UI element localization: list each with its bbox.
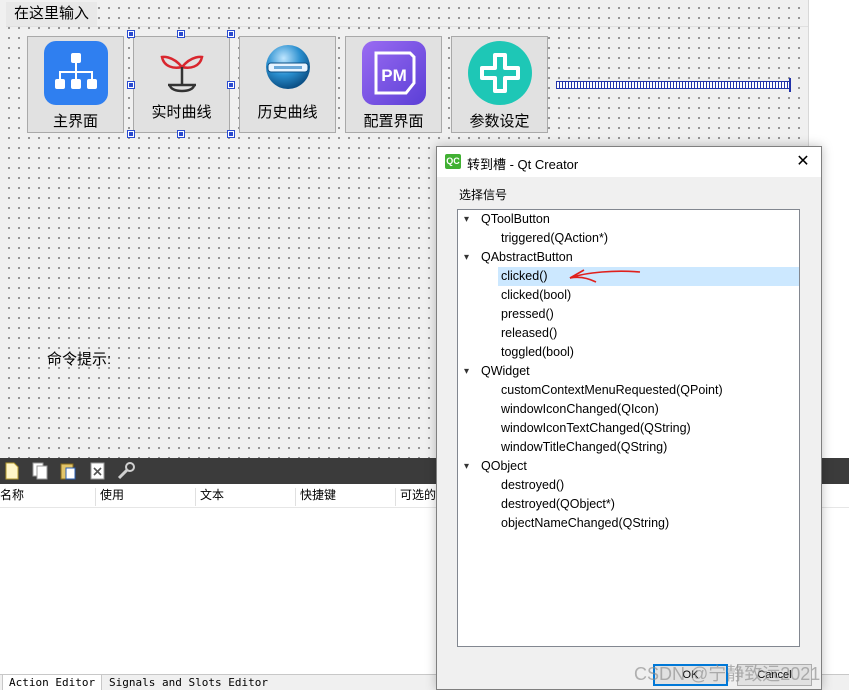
tree-item-label: windowIconChanged(QIcon)	[501, 402, 659, 416]
select-signal-label: 选择信号	[459, 188, 508, 202]
resize-handle[interactable]	[127, 130, 135, 138]
resize-handle[interactable]	[227, 130, 235, 138]
column-header-used[interactable]: 使用	[100, 484, 124, 508]
tree-item-signal[interactable]: windowTitleChanged(QString)	[458, 438, 799, 457]
tree-item-label: windowIconTextChanged(QString)	[501, 421, 691, 435]
tree-item-qtoolbutton[interactable]: ▾ QToolButton	[458, 210, 799, 229]
pm-icon: PM	[361, 41, 426, 105]
resize-handle[interactable]	[127, 30, 135, 38]
tree-item-label: released()	[501, 326, 558, 340]
column-divider	[395, 488, 396, 506]
tree-item-label: toggled(bool)	[501, 345, 574, 359]
slider-track	[556, 81, 790, 89]
new-action-icon[interactable]	[2, 461, 22, 481]
sprout-icon	[160, 55, 203, 93]
tree-item-label: QAbstractButton	[481, 250, 573, 264]
resize-handle[interactable]	[227, 81, 235, 89]
tree-item-signal[interactable]: windowIconTextChanged(QString)	[458, 419, 799, 438]
tree-item-signal[interactable]: objectNameChanged(QString)	[458, 514, 799, 533]
signal-tree[interactable]: ▾ QToolButton triggered(QAction*) ▾ QAbs…	[457, 209, 800, 647]
tool-button-label: 实时曲线	[151, 104, 212, 121]
tree-item-signal[interactable]: released()	[458, 324, 799, 343]
column-header-name[interactable]: 名称	[0, 484, 24, 508]
tree-item-signal[interactable]: pressed()	[458, 305, 799, 324]
paste-icon[interactable]	[58, 461, 78, 481]
qt-creator-icon: QC	[445, 154, 461, 169]
chevron-down-icon[interactable]: ▾	[464, 210, 469, 229]
tree-item-label: triggered(QAction*)	[501, 231, 608, 245]
tree-item-signal[interactable]: windowIconChanged(QIcon)	[458, 400, 799, 419]
column-header-checkable[interactable]: 可选的	[400, 484, 436, 508]
tool-button-label: 参数设定	[469, 113, 530, 130]
column-header-shortcut[interactable]: 快捷键	[300, 484, 336, 508]
tree-item-label: QWidget	[481, 364, 530, 378]
hdd-icon	[265, 45, 310, 89]
column-divider	[95, 488, 96, 506]
tree-item-label: objectNameChanged(QString)	[501, 516, 670, 530]
tab-action-editor[interactable]: Action Editor	[2, 675, 103, 690]
tree-item-label: pressed()	[501, 307, 554, 321]
tree-item-label: clicked(bool)	[501, 288, 572, 302]
column-divider	[295, 488, 296, 506]
column-header-text[interactable]: 文本	[200, 484, 224, 508]
tool-button-history[interactable]: 历史曲线	[239, 36, 336, 133]
tool-button-label: 历史曲线	[257, 104, 318, 121]
chevron-down-icon[interactable]: ▾	[464, 362, 469, 381]
tree-item-signal[interactable]: triggered(QAction*)	[458, 229, 799, 248]
tree-item-signal[interactable]: destroyed()	[458, 476, 799, 495]
resize-handle[interactable]	[127, 81, 135, 89]
tree-item-qobject[interactable]: ▾ QObject	[458, 457, 799, 476]
close-icon[interactable]: ✕	[793, 151, 813, 173]
menu-divider	[6, 26, 808, 27]
slider-handle[interactable]	[789, 78, 791, 92]
cross-badge-icon	[467, 41, 532, 105]
tool-button-realtime[interactable]: 实时曲线	[133, 36, 230, 133]
resize-handle[interactable]	[177, 130, 185, 138]
chevron-down-icon[interactable]: ▾	[464, 457, 469, 476]
tree-item-signal[interactable]: destroyed(QObject*)	[458, 495, 799, 514]
tool-button-main[interactable]: 主界面	[27, 36, 124, 133]
tree-item-qabstractbutton[interactable]: ▾ QAbstractButton	[458, 248, 799, 267]
resize-handle[interactable]	[177, 30, 185, 38]
delete-icon[interactable]	[88, 461, 108, 481]
tree-item-label: QObject	[481, 459, 527, 473]
tree-item-label: clicked()	[501, 269, 548, 283]
tool-button-params[interactable]: 参数设定	[451, 36, 548, 133]
horizontal-slider[interactable]	[556, 78, 791, 92]
svg-text:PM: PM	[381, 66, 407, 85]
tree-item-qwidget[interactable]: ▾ QWidget	[458, 362, 799, 381]
annotation-arrow-icon	[569, 269, 641, 283]
dialog-title: 转到槽 - Qt Creator	[467, 157, 579, 172]
tree-item-label: destroyed()	[501, 478, 565, 492]
tree-item-signal[interactable]: toggled(bool)	[458, 343, 799, 362]
go-to-slot-dialog: QC 转到槽 - Qt Creator ✕ 选择信号 ▾ QToolButton…	[436, 146, 822, 690]
tool-button-label: 主界面	[52, 113, 98, 130]
tool-button-config[interactable]: PM 配置界面	[345, 36, 442, 133]
wrench-icon[interactable]	[116, 461, 136, 481]
copy-icon[interactable]	[30, 461, 50, 481]
tree-item-label: destroyed(QObject*)	[501, 497, 615, 511]
tool-button-label: 配置界面	[363, 113, 424, 130]
command-hint-label: 命令提示:	[47, 351, 112, 368]
tree-item-label: customContextMenuRequested(QPoint)	[501, 383, 723, 397]
tree-item-label: QToolButton	[481, 212, 550, 226]
tree-item-label: windowTitleChanged(QString)	[501, 440, 668, 454]
menu-type-here[interactable]: 在这里输入	[6, 2, 98, 26]
column-divider	[195, 488, 196, 506]
tree-item-signal-selected[interactable]: clicked()	[498, 267, 799, 286]
tree-item-signal[interactable]: customContextMenuRequested(QPoint)	[458, 381, 799, 400]
dialog-title-bar: QC 转到槽 - Qt Creator ✕	[437, 147, 821, 177]
watermark: CSDN @宁静致远2021	[634, 664, 821, 684]
tab-signals-slots-editor[interactable]: Signals and Slots Editor	[103, 675, 274, 690]
resize-handle[interactable]	[227, 30, 235, 38]
org-chart-icon	[43, 41, 108, 105]
chevron-down-icon[interactable]: ▾	[464, 248, 469, 267]
